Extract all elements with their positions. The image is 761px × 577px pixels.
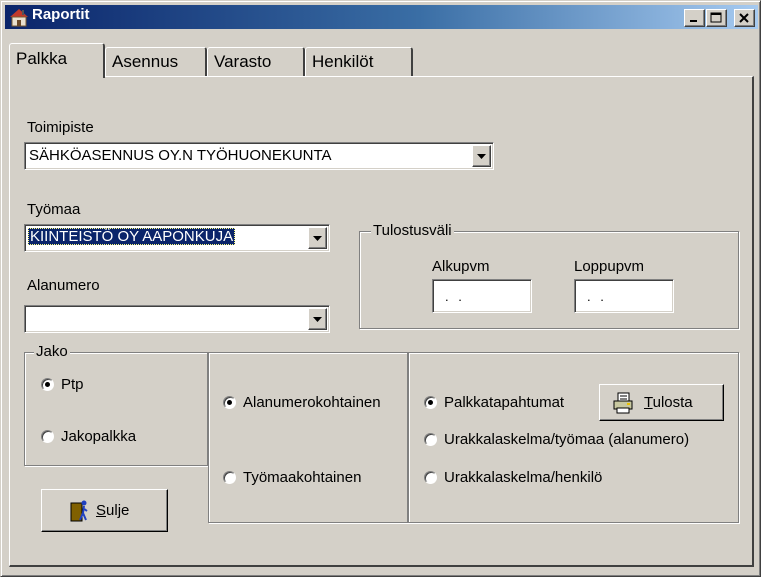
chevron-down-icon bbox=[313, 236, 322, 241]
radio-label: Työmaakohtainen bbox=[243, 469, 362, 486]
close-icon bbox=[739, 13, 749, 23]
tab-label: Palkka bbox=[16, 49, 68, 68]
minimize-button[interactable] bbox=[684, 9, 705, 27]
radio-label: Ptp bbox=[61, 376, 84, 393]
radio-urakkalaskelma-henkilo[interactable]: Urakkalaskelma/henkilö bbox=[424, 469, 674, 489]
maximize-icon bbox=[710, 12, 722, 23]
radio-urakkalaskelma-tyomaa[interactable]: Urakkalaskelma/työmaa (alanumero) bbox=[424, 431, 737, 451]
sulje-rest: ulje bbox=[106, 502, 130, 519]
tulostusvali-title: Tulostusväli bbox=[371, 222, 454, 239]
report-window: Raportit Palkka Asennus Varasto Henkilöt… bbox=[0, 0, 761, 577]
title-bar[interactable] bbox=[5, 5, 758, 29]
alkupvm-input[interactable]: . . bbox=[432, 279, 532, 313]
radio-dot bbox=[41, 430, 54, 443]
tab-label: Varasto bbox=[214, 52, 272, 71]
radio-label: Urakkalaskelma/henkilö bbox=[444, 469, 603, 486]
jako-group bbox=[24, 352, 208, 466]
tulosta-rest: ulosta bbox=[652, 394, 693, 411]
loppupvm-input[interactable]: . . bbox=[574, 279, 674, 313]
radio-alanumerokohtainen[interactable]: Alanumerokohtainen bbox=[223, 394, 405, 414]
alanumero-dropdown-button[interactable] bbox=[308, 308, 327, 330]
printer-icon bbox=[613, 392, 633, 414]
house-icon bbox=[10, 9, 28, 27]
tyomaa-combo[interactable]: KIINTEISTÖ OY AAPONKUJA bbox=[24, 224, 330, 252]
exit-door-icon bbox=[70, 500, 88, 522]
radio-dot bbox=[424, 396, 437, 409]
tab-label: Henkilöt bbox=[312, 52, 374, 71]
tulosta-accel: T bbox=[644, 394, 653, 411]
chevron-down-icon bbox=[313, 317, 322, 322]
radio-tyomaakohtainen[interactable]: Työmaakohtainen bbox=[223, 469, 405, 489]
tyomaa-dropdown-button[interactable] bbox=[308, 227, 327, 249]
radio-label: Alanumerokohtainen bbox=[243, 394, 381, 411]
tab-varasto[interactable]: Varasto bbox=[207, 47, 305, 77]
maximize-button[interactable] bbox=[706, 9, 727, 27]
window-title: Raportit bbox=[32, 6, 90, 23]
sulje-button[interactable]: Sulje bbox=[41, 489, 168, 532]
tulostusvali-group bbox=[359, 231, 739, 329]
tulosta-label: Tulosta bbox=[644, 394, 693, 411]
radio-dot bbox=[223, 471, 236, 484]
tab-asennus[interactable]: Asennus bbox=[105, 47, 207, 77]
minimize-icon bbox=[690, 20, 697, 22]
loppupvm-label: Loppupvm bbox=[574, 258, 645, 275]
tyomaa-value: KIINTEISTÖ OY AAPONKUJA bbox=[28, 228, 236, 245]
toimipiste-value: SÄHKÖASENNUS OY.N TYÖHUONEKUNTA bbox=[29, 147, 332, 164]
radio-ptp[interactable]: Ptp bbox=[41, 376, 161, 396]
radio-jakopalkka[interactable]: Jakopalkka bbox=[41, 428, 191, 448]
tab-label: Asennus bbox=[112, 52, 179, 71]
tulosta-button[interactable]: Tulosta bbox=[599, 384, 724, 421]
radio-dot bbox=[424, 433, 437, 446]
toimipiste-label: Toimipiste bbox=[27, 119, 94, 136]
tyomaa-label: Työmaa bbox=[27, 201, 81, 218]
kohtainen-group bbox=[208, 352, 408, 523]
alanumero-combo[interactable] bbox=[24, 305, 330, 333]
alkupvm-label: Alkupvm bbox=[432, 258, 490, 275]
sulje-label: Sulje bbox=[96, 502, 129, 519]
alanumero-label: Alanumero bbox=[27, 277, 100, 294]
radio-dot bbox=[41, 378, 54, 391]
chevron-down-icon bbox=[477, 154, 486, 159]
close-button[interactable] bbox=[734, 9, 755, 27]
radio-label: Palkkatapahtumat bbox=[444, 394, 565, 411]
jako-title: Jako bbox=[34, 343, 70, 360]
toimipiste-dropdown-button[interactable] bbox=[472, 145, 491, 167]
radio-palkkatapahtumat[interactable]: Palkkatapahtumat bbox=[424, 394, 599, 414]
radio-dot bbox=[424, 471, 437, 484]
toimipiste-combo[interactable]: SÄHKÖASENNUS OY.N TYÖHUONEKUNTA bbox=[24, 142, 494, 170]
radio-dot bbox=[223, 396, 236, 409]
radio-label: Jakopalkka bbox=[61, 428, 137, 445]
sulje-accel: S bbox=[96, 502, 107, 519]
tab-palkka[interactable]: Palkka bbox=[9, 43, 105, 78]
radio-label: Urakkalaskelma/työmaa (alanumero) bbox=[444, 431, 690, 448]
tab-henkilot[interactable]: Henkilöt bbox=[305, 47, 413, 77]
